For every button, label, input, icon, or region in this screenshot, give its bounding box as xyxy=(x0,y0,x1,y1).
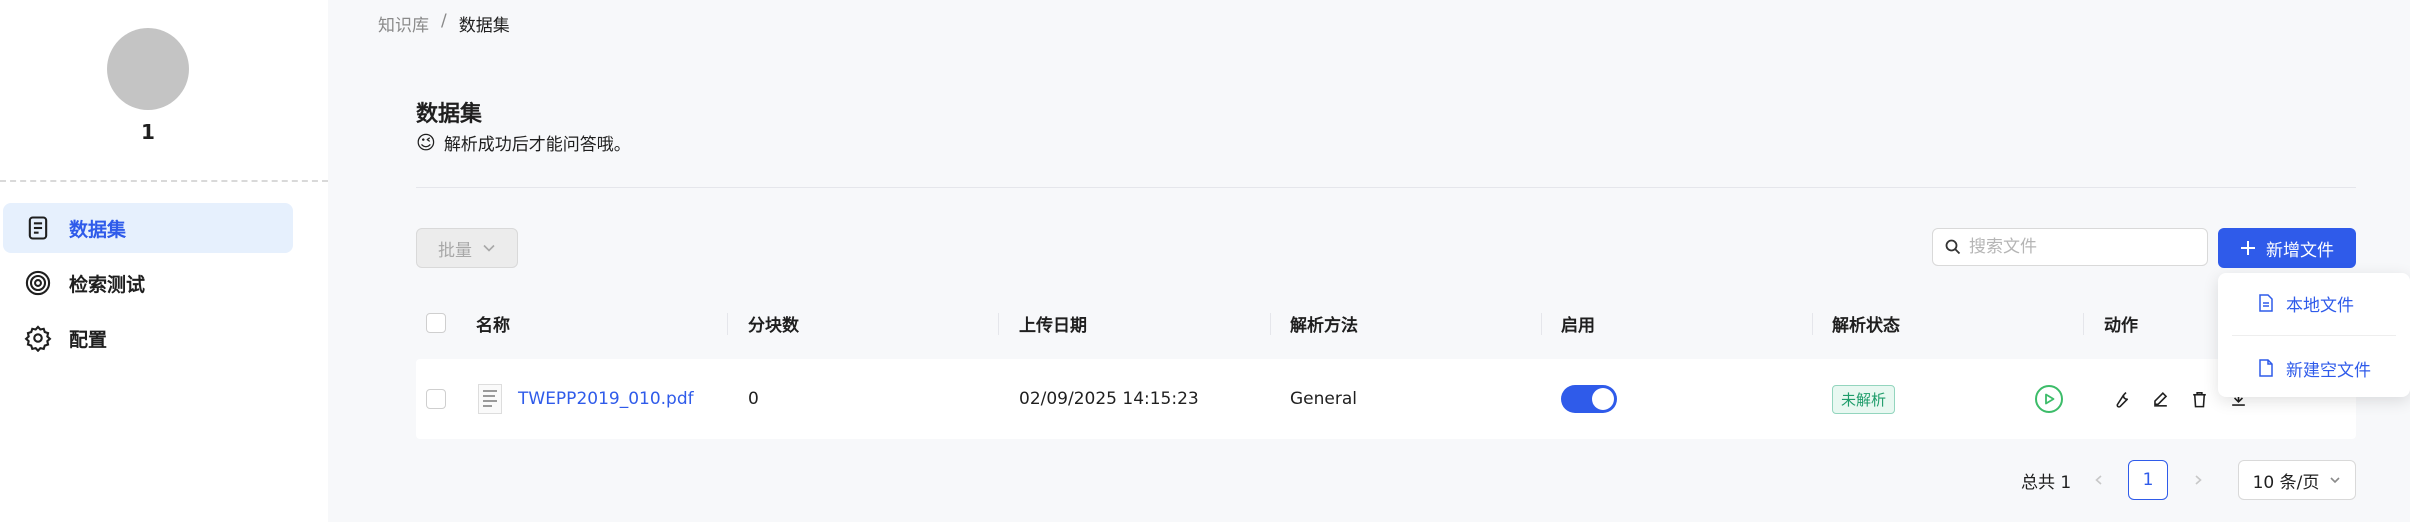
chevron-left-icon xyxy=(2095,475,2102,485)
row-name-cell: TWEPP2019_010.pdf xyxy=(478,359,694,439)
file-name-link[interactable]: TWEPP2019_010.pdf xyxy=(518,389,694,409)
select-all-checkbox[interactable] xyxy=(426,313,446,333)
wrench-icon[interactable] xyxy=(2110,388,2132,410)
column-header-parse-method: 解析方法 xyxy=(1290,315,1358,336)
column-header-actions: 动作 xyxy=(2104,315,2138,336)
page-subtitle: 😉 解析成功后才能问答哦。 xyxy=(416,130,631,156)
row-parse-method-cell: General xyxy=(1290,389,1357,409)
row-upload-date-cell: 02/09/2025 14:15:23 xyxy=(1019,389,1199,409)
sidebar-divider xyxy=(0,180,328,182)
chevron-right-icon xyxy=(2195,475,2202,485)
trash-icon[interactable] xyxy=(2188,388,2210,410)
sidebar-item-label: 检索测试 xyxy=(69,273,146,296)
sidebar-item-label: 数据集 xyxy=(69,218,127,241)
column-separator xyxy=(1812,313,1813,335)
run-parse-button[interactable] xyxy=(2035,385,2063,413)
page-size-select[interactable]: 10 条/页 xyxy=(2238,460,2356,500)
menu-item-label: 新建空文件 xyxy=(2286,360,2371,381)
row-select-cell xyxy=(426,359,446,439)
sidebar-item-settings[interactable]: 配置 xyxy=(3,313,293,363)
status-badge: 未解析 xyxy=(1832,384,1896,414)
total-count: 总共 1 xyxy=(2021,472,2072,493)
enable-toggle[interactable] xyxy=(1561,385,1617,413)
wink-emoji-icon: 😉 xyxy=(416,131,436,154)
batch-button[interactable]: 批量 xyxy=(416,228,518,268)
search-icon xyxy=(1945,239,1961,255)
plus-icon xyxy=(2241,241,2255,255)
column-header-chunks: 分块数 xyxy=(748,315,799,336)
row-status-cell: 未解析 xyxy=(1832,359,1896,439)
add-file-button[interactable]: 新增文件 xyxy=(2218,228,2356,268)
play-icon xyxy=(2045,393,2055,405)
gear-icon xyxy=(23,323,53,353)
table-row: TWEPP2019_010.pdf 0 02/09/2025 14:15:23 … xyxy=(416,359,2356,439)
target-icon xyxy=(23,268,53,298)
row-checkbox[interactable] xyxy=(426,389,446,409)
batch-label: 批量 xyxy=(438,240,472,261)
breadcrumb-separator: / xyxy=(441,11,447,31)
header-divider xyxy=(416,187,2356,188)
edit-icon[interactable] xyxy=(2149,388,2171,410)
column-separator xyxy=(1270,313,1271,335)
menu-item-new-blank-file[interactable]: 新建空文件 xyxy=(2258,348,2371,388)
page-title: 数据集 xyxy=(416,102,483,127)
column-separator xyxy=(2083,313,2084,335)
column-header-parse-status: 解析状态 xyxy=(1832,315,1900,336)
sidebar-item-dataset[interactable]: 数据集 xyxy=(3,203,293,253)
column-header-name: 名称 xyxy=(476,315,510,336)
kb-avatar xyxy=(107,28,189,110)
add-file-dropdown: 本地文件 新建空文件 xyxy=(2218,273,2410,397)
menu-item-local-file[interactable]: 本地文件 xyxy=(2258,283,2354,323)
add-file-label: 新增文件 xyxy=(2266,240,2334,261)
file-icon xyxy=(2259,294,2273,312)
sidebar-item-label: 配置 xyxy=(69,328,108,351)
search-box[interactable] xyxy=(1932,228,2208,266)
file-blank-icon xyxy=(2259,359,2273,377)
menu-item-label: 本地文件 xyxy=(2286,295,2354,316)
column-separator xyxy=(727,313,728,335)
chevron-down-icon xyxy=(483,244,495,252)
breadcrumb-current: 数据集 xyxy=(458,16,510,36)
column-separator xyxy=(1541,313,1542,335)
column-header-enabled: 启用 xyxy=(1561,315,1595,336)
search-input[interactable] xyxy=(1969,237,2189,257)
row-chunks-cell: 0 xyxy=(748,389,759,409)
sidebar: 1 数据集 检索测试 配置 xyxy=(0,0,328,522)
select-all-cell xyxy=(426,297,446,349)
column-separator xyxy=(998,313,999,335)
kb-name: 1 xyxy=(141,120,155,144)
pdf-thumbnail-icon xyxy=(478,384,502,414)
page-size-label: 10 条/页 xyxy=(2252,472,2320,493)
subtitle-text: 解析成功后才能问答哦。 xyxy=(443,135,631,155)
chevron-down-icon xyxy=(2330,477,2340,484)
document-icon xyxy=(23,213,53,243)
sidebar-item-retrieval-test[interactable]: 检索测试 xyxy=(3,258,293,308)
menu-divider xyxy=(2232,335,2396,336)
prev-page-button[interactable] xyxy=(2093,460,2105,500)
breadcrumb-knowledge-base[interactable]: 知识库 xyxy=(378,11,429,36)
page-number-button[interactable]: 1 xyxy=(2128,460,2168,500)
table-header: 名称 分块数 上传日期 解析方法 启用 解析状态 动作 xyxy=(416,297,2356,349)
next-page-button[interactable] xyxy=(2192,460,2204,500)
row-run-cell xyxy=(2035,359,2063,439)
column-header-upload-date: 上传日期 xyxy=(1019,315,1087,336)
row-enabled-cell xyxy=(1561,359,1617,439)
breadcrumb: 知识库 / 数据集 xyxy=(378,11,510,36)
